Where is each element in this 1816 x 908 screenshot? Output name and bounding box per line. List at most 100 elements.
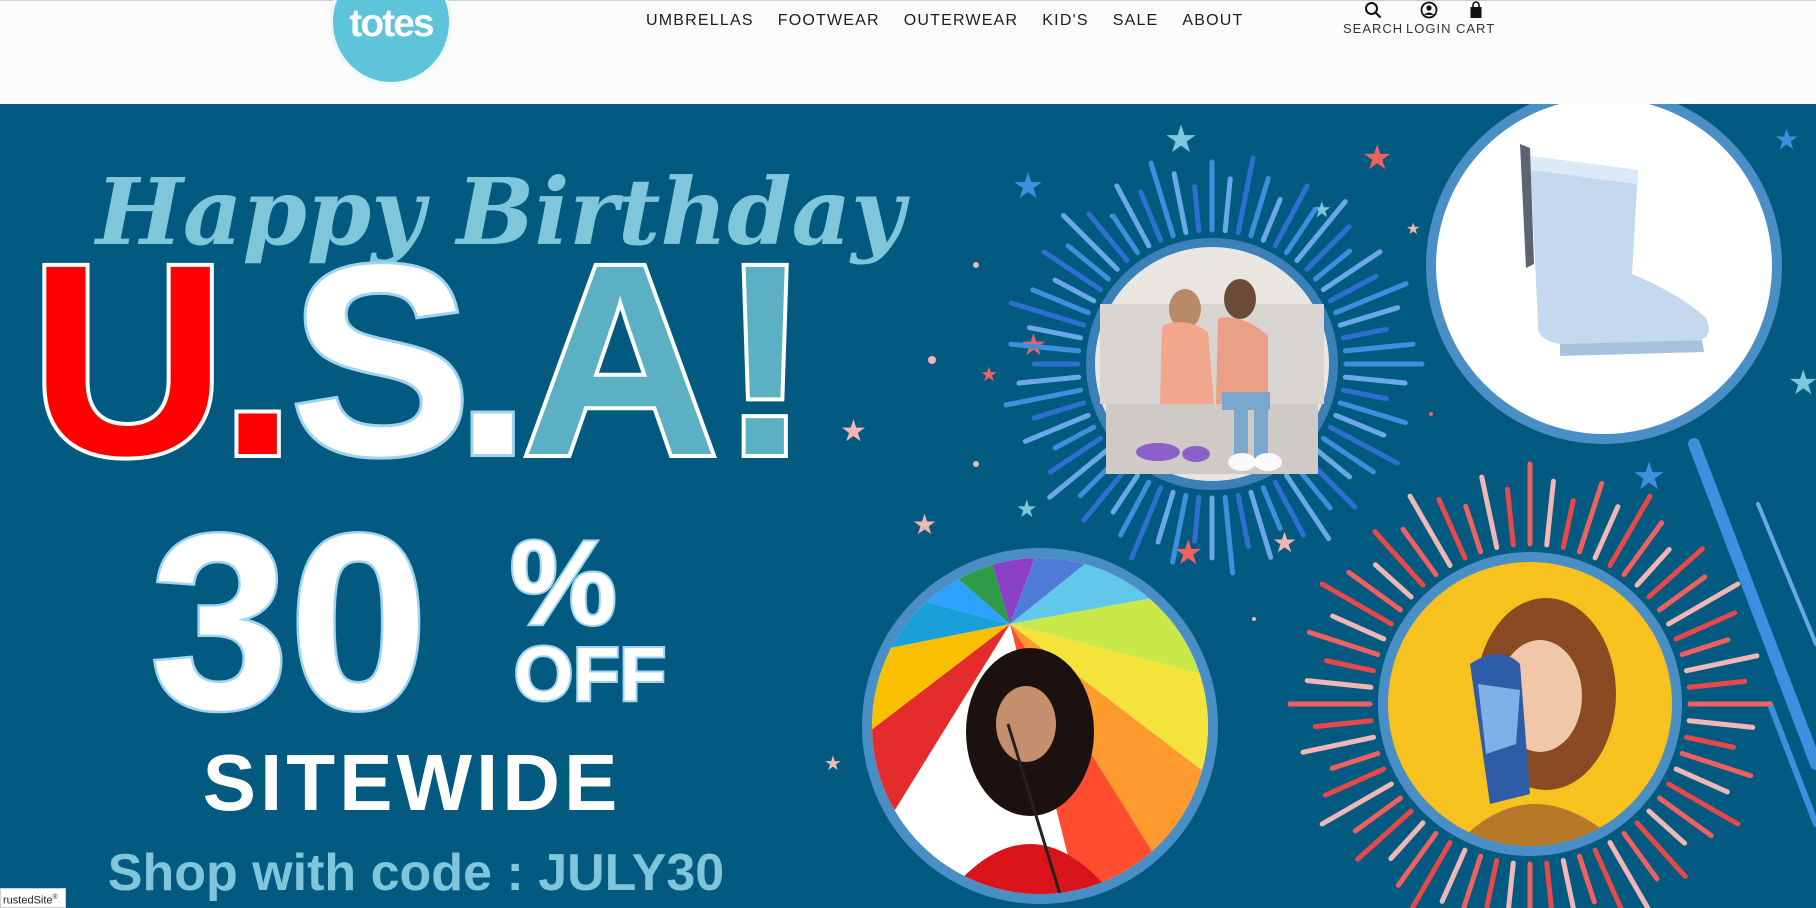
shopping-bag-icon — [1470, 1, 1482, 18]
firework-ray — [1031, 400, 1087, 421]
svg-text:★: ★ — [1788, 363, 1816, 403]
site-header: totes UMBRELLAS FOOTWEAR OUTERWEAR KID'S… — [0, 0, 1816, 104]
firework-ray — [1129, 485, 1164, 561]
svg-text:★: ★ — [980, 362, 998, 386]
firework-streaks — [1688, 438, 1816, 827]
firework-ray — [1646, 546, 1705, 600]
svg-text:OFF: OFF — [514, 632, 666, 717]
blue-umbrella-photo-circle — [1378, 552, 1682, 856]
search-button[interactable]: SEARCH — [1343, 1, 1403, 36]
firework-ray — [1560, 858, 1576, 908]
firework-ray — [1304, 224, 1352, 272]
main-nav: UMBRELLAS FOOTWEAR OUTERWEAR KID'S SALE … — [634, 12, 1256, 30]
firework-ray — [1235, 155, 1256, 236]
usa-letter: . — [220, 208, 296, 512]
firework-ray — [1260, 197, 1283, 243]
firework-ray — [1324, 658, 1376, 674]
cart-button[interactable]: CART — [1456, 1, 1495, 36]
usa-title: U . S . A ! — [26, 204, 815, 516]
svg-text:★: ★ — [912, 508, 937, 541]
nav-item-outerwear[interactable]: OUTERWEAR — [892, 12, 1031, 30]
firework-ray — [1222, 494, 1236, 576]
user-icon — [1420, 1, 1438, 19]
firework-ray — [1327, 424, 1400, 466]
svg-text:30: 30 — [150, 482, 428, 761]
firework-ray — [1560, 498, 1576, 550]
hero-graphic: ★ ★ ★ ★ ★ ★ ★ ★ ★ ★ ★ ★ ★ ★ ★ ★ — [26, 104, 1816, 908]
trusted-site-text: rustedSite — [3, 894, 53, 907]
svg-text:★: ★ — [1016, 495, 1038, 523]
svg-text:★: ★ — [840, 414, 867, 449]
firework-ray — [1342, 374, 1408, 386]
registered-mark: ® — [52, 894, 58, 901]
firework-ray — [1463, 503, 1484, 555]
firework-ray — [1439, 847, 1468, 904]
firework-ray — [1342, 341, 1416, 354]
firework-ray — [1272, 183, 1310, 249]
firework-ray — [1544, 478, 1556, 548]
hero-banner[interactable]: ★ ★ ★ ★ ★ ★ ★ ★ ★ ★ ★ ★ ★ ★ ★ ★ — [0, 104, 1816, 908]
nav-item-kids[interactable]: KID'S — [1030, 12, 1100, 30]
firework-ray — [1461, 853, 1484, 908]
firework-ray — [1312, 718, 1374, 730]
discount-block: 30 % OFF — [148, 480, 668, 764]
firework-ray — [1235, 492, 1251, 549]
firework-ray — [1684, 653, 1760, 674]
firework-ray — [1304, 678, 1374, 690]
firework-ray — [1504, 486, 1516, 548]
firework-ray — [1479, 474, 1500, 550]
firework-ray — [1684, 734, 1736, 750]
firework-ray — [1355, 808, 1414, 862]
login-button[interactable]: LOGIN — [1406, 1, 1451, 36]
firework-ray — [1686, 718, 1756, 730]
firework-ray — [1686, 678, 1748, 690]
svg-text:★: ★ — [1774, 123, 1799, 156]
firework-ray — [1041, 249, 1104, 293]
firework-ray — [1634, 820, 1688, 879]
firework-ray — [1003, 387, 1084, 408]
firework-ray — [1679, 637, 1731, 658]
firework-ray — [1679, 750, 1754, 779]
usa-letter: . — [455, 208, 531, 512]
firework-ray — [1306, 629, 1381, 658]
firework-ray — [1340, 387, 1390, 402]
firework-ray — [1192, 184, 1202, 234]
nav-item-footwear[interactable]: FOOTWEAR — [766, 12, 892, 30]
nav-item-umbrellas[interactable]: UMBRELLAS — [634, 12, 766, 30]
firework-ray — [1300, 734, 1376, 755]
firework-ray — [1340, 326, 1390, 341]
nav-item-sale[interactable]: SALE — [1101, 12, 1171, 30]
firework-ray — [1673, 766, 1730, 795]
firework-ray — [1592, 504, 1621, 561]
family-photo-circle — [1086, 238, 1338, 490]
svg-text:★: ★ — [1164, 117, 1198, 161]
sitewide-text: SITEWIDE — [203, 738, 622, 827]
rain-boot-circle — [1426, 104, 1782, 444]
firework-ray — [1222, 176, 1233, 234]
svg-text:★: ★ — [824, 751, 842, 775]
firework-ray — [1320, 249, 1383, 293]
firework-ray — [1171, 171, 1189, 236]
firework-ray — [1260, 485, 1283, 531]
totes-logo[interactable]: totes — [330, 0, 452, 85]
cart-label: CART — [1456, 21, 1496, 36]
svg-text:★: ★ — [1362, 138, 1392, 178]
usa-letter: U — [30, 208, 226, 512]
svg-text:★: ★ — [1012, 166, 1044, 207]
usa-letter: A — [522, 208, 718, 512]
firework-ray — [1155, 489, 1176, 545]
firework-ray — [1544, 860, 1554, 908]
login-label: LOGIN — [1406, 21, 1452, 36]
promo-code-text: Shop with code : JULY30 — [108, 844, 724, 902]
usa-letter: ! — [720, 208, 811, 512]
search-label: SEARCH — [1343, 21, 1404, 36]
firework-ray — [1372, 529, 1426, 588]
firework-ray — [1330, 613, 1387, 642]
logo-text: totes — [349, 2, 434, 45]
firework-ray — [1248, 175, 1271, 239]
usa-letter: S — [290, 208, 471, 512]
nav-item-about[interactable]: ABOUT — [1170, 12, 1255, 30]
firework-ray — [1081, 465, 1130, 523]
trusted-site-badge[interactable]: rustedSite® — [0, 888, 66, 908]
svg-text:★: ★ — [1632, 454, 1666, 498]
